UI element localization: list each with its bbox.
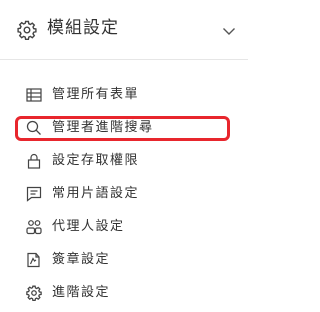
gear-icon bbox=[17, 20, 37, 40]
menu-item-label: 簽章設定 bbox=[52, 252, 111, 267]
search-icon bbox=[26, 120, 42, 136]
page-title: 模組設定 bbox=[47, 18, 119, 38]
menu-item-label: 管理者進階搜尋 bbox=[52, 120, 154, 135]
users-icon bbox=[26, 219, 42, 235]
gear-icon bbox=[26, 285, 42, 301]
menu-item-label: 代理人設定 bbox=[52, 219, 125, 234]
menu-item-label: 管理所有表單 bbox=[52, 87, 140, 102]
menu-item-signature-settings[interactable]: 簽章設定 bbox=[0, 245, 248, 275]
menu-item-admin-advanced-search[interactable]: 管理者進階搜尋 bbox=[0, 113, 248, 143]
chevron-down-icon[interactable] bbox=[222, 24, 236, 38]
menu-item-access-permissions[interactable]: 設定存取權限 bbox=[0, 146, 248, 176]
menu-item-manage-forms[interactable]: 管理所有表單 bbox=[0, 80, 248, 110]
menu-item-advanced-settings[interactable]: 進階設定 bbox=[0, 278, 248, 308]
table-icon bbox=[26, 87, 42, 103]
signature-icon bbox=[26, 252, 42, 268]
lock-icon bbox=[26, 153, 42, 169]
menu-item-label: 設定存取權限 bbox=[52, 153, 140, 168]
menu-item-label: 進階設定 bbox=[52, 285, 111, 300]
module-settings-header[interactable]: 模組設定 bbox=[0, 0, 248, 60]
menu-item-common-phrases[interactable]: 常用片語設定 bbox=[0, 179, 248, 209]
menu-item-delegate-settings[interactable]: 代理人設定 bbox=[0, 212, 248, 242]
menu-item-label: 常用片語設定 bbox=[52, 186, 140, 201]
message-icon bbox=[26, 186, 42, 202]
